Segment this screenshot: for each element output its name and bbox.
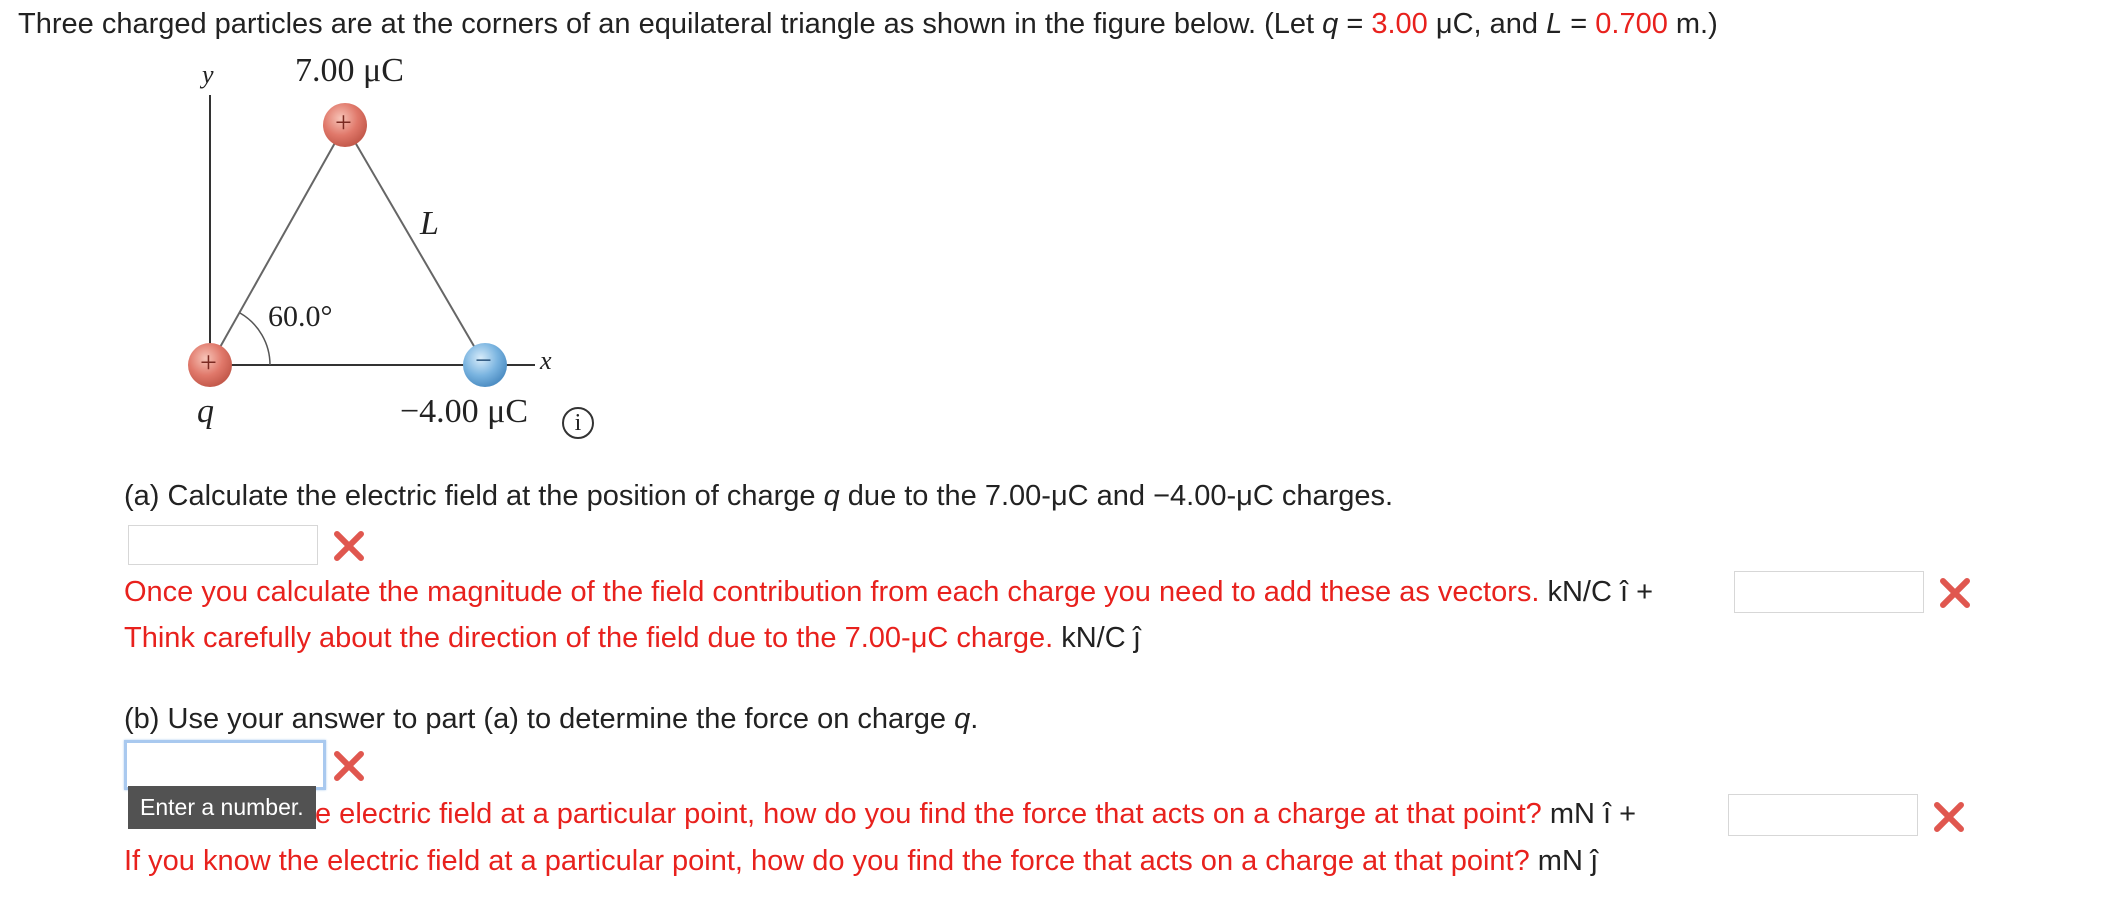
info-icon[interactable]: i	[562, 407, 594, 439]
L-variable: L	[1546, 8, 1563, 40]
x-axis-label: x	[540, 346, 552, 375]
enter-number-tooltip: Enter a number.	[128, 786, 316, 829]
wrong-mark-icon	[1940, 578, 1970, 608]
part-a-j-input[interactable]	[1734, 571, 1924, 613]
L-value: 0.700	[1595, 8, 1668, 40]
wrong-mark-icon	[334, 751, 364, 781]
q-value: 3.00	[1371, 8, 1428, 40]
angle-arc	[239, 312, 271, 366]
part-a-j-row: Think carefully about the direction of t…	[124, 622, 1140, 655]
left-plus-sign: +	[200, 346, 217, 379]
part-a-unit-i: kN/C î +	[1539, 576, 1654, 608]
part-b-feedback-j: If you know the electric field at a part…	[124, 845, 1530, 877]
problem-statement: Three charged particles are at the corne…	[18, 8, 1718, 40]
wrong-mark-icon	[1934, 802, 1964, 832]
part-b-magnitude-input[interactable]	[124, 740, 326, 790]
right-charge-label: −4.00 μC	[400, 393, 529, 430]
angle-label: 60.0°	[268, 300, 333, 333]
part-a-question: (a) Calculate the electric field at the …	[124, 480, 1394, 512]
triangle-right-side	[344, 124, 486, 366]
part-b-feedback-i: e electric field at a particular point, …	[315, 798, 1542, 830]
top-plus-sign: +	[335, 106, 352, 139]
part-a-magnitude-input[interactable]	[128, 525, 318, 565]
q-variable: q	[1322, 8, 1339, 40]
part-a-feedback-i: Once you calculate the magnitude of the …	[124, 576, 1540, 608]
y-axis-label: y	[202, 60, 214, 89]
side-length-label: L	[420, 205, 439, 242]
part-b-question: (b) Use your answer to part (a) to deter…	[124, 703, 979, 735]
wrong-mark-icon	[334, 531, 364, 561]
top-charge-label: 7.00 μC	[295, 52, 404, 89]
part-b-unit-j: mN ĵ	[1529, 845, 1598, 877]
part-b-i-row: e electric field at a particular point, …	[315, 798, 1636, 831]
left-charge-label: q	[197, 393, 214, 430]
triangle-figure: y 7.00 μC + L 60.0° + − x q −4.00 μC i	[150, 50, 630, 450]
part-b-unit-i: mN î +	[1541, 798, 1637, 830]
triangle-diagram	[188, 95, 535, 387]
part-b-j-row: If you know the electric field at a part…	[124, 845, 1597, 878]
right-minus-sign: −	[475, 344, 492, 377]
part-a-i-row: Once you calculate the magnitude of the …	[124, 576, 1653, 609]
part-b-j-input[interactable]	[1728, 794, 1918, 836]
part-a-unit-j: kN/C ĵ	[1053, 622, 1141, 654]
part-a-feedback-j: Think carefully about the direction of t…	[124, 622, 1054, 654]
